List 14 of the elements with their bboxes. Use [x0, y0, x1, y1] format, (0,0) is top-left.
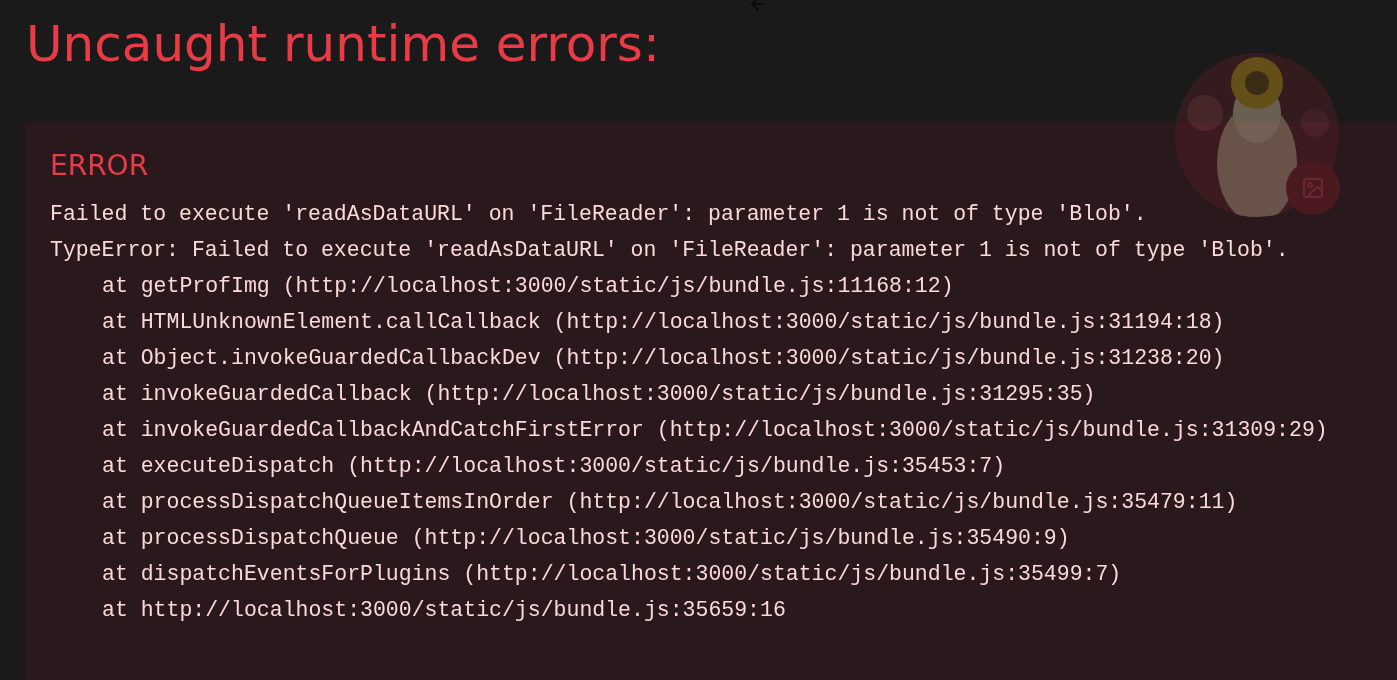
stack-frame: at getProfImg (http://localhost:3000/static/js/bundle.js:11168:12): [50, 268, 1397, 304]
stack-frame: at http://localhost:3000/static/js/bundle.js:35659:16: [50, 592, 1397, 628]
stack-frame: at invokeGuardedCallback (http://localhost:3000/static/js/bundle.js:31295:35): [50, 376, 1397, 412]
stack-frame: at processDispatchQueueItemsInOrder (http://localhost:3000/static/js/bundle.js:35479:11): [50, 484, 1397, 520]
overlay-title: Uncaught runtime errors:: [26, 14, 660, 74]
error-type-line: TypeError: Failed to execute 'readAsDataURL' on 'FileReader': parameter 1 is not of type 'Blob'.: [50, 237, 1290, 264]
stack-frame: at processDispatchQueue (http://localhost:3000/static/js/bundle.js:35490:9): [50, 520, 1397, 556]
error-message: Failed to execute 'readAsDataURL' on 'FileReader': parameter 1 is not of type 'Blob'.: [50, 201, 1148, 228]
stack-frame: at executeDispatch (http://localhost:3000/static/js/bundle.js:35453:7): [50, 448, 1397, 484]
stack-frame: at HTMLUnknownElement.callCallback (http://localhost:3000/static/js/bundle.js:31194:18): [50, 304, 1397, 340]
error-label: ERROR: [50, 148, 150, 184]
stack-frame: at dispatchEventsForPlugins (http://localhost:3000/static/js/bundle.js:35499:7): [50, 556, 1397, 592]
stack-frame: at invokeGuardedCallbackAndCatchFirstError (http://localhost:3000/static/js/bundle.js:31309:29): [50, 412, 1397, 448]
stack-frame: at Object.invokeGuardedCallbackDev (http://localhost:3000/static/js/bundle.js:31238:20): [50, 340, 1397, 376]
